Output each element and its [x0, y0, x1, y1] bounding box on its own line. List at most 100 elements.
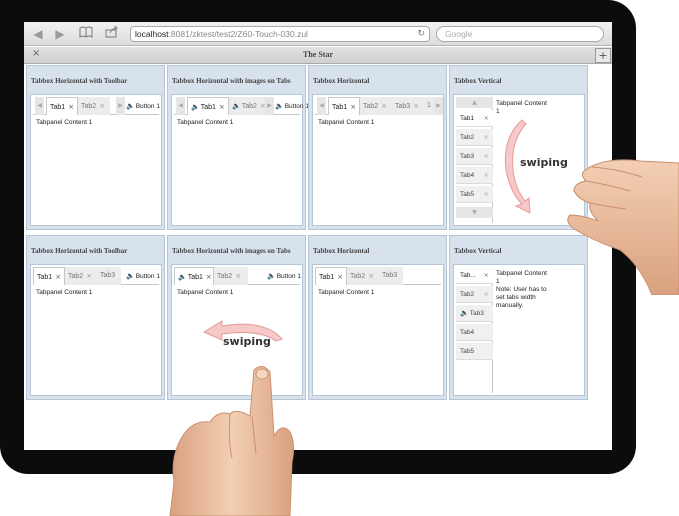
share-icon[interactable]	[104, 25, 120, 42]
tab-1[interactable]: Tab1 ×	[328, 97, 360, 115]
tab-label: Tab2	[68, 273, 84, 280]
tab-1[interactable]: 🔈Tab1 ×	[187, 97, 229, 115]
add-tab-button[interactable]: +	[595, 48, 611, 63]
tab-strip: ◀ Tab1 × Tab2 × Tab3 × 1 ▶	[315, 97, 443, 115]
panel-title: Tabbox Horizontal with images on Tabs	[172, 247, 291, 255]
tab-5[interactable]: Tab5 ×	[456, 186, 493, 203]
panel-title: Tabbox Horizontal	[313, 77, 370, 85]
tabpanel-content: Tabpanel Content 1	[496, 100, 547, 115]
close-icon[interactable]: ×	[413, 102, 419, 110]
close-icon[interactable]: ×	[350, 103, 356, 111]
screen: ◀ ▶ localhost:8081/zktest/test2/Z60-Touc…	[24, 22, 612, 450]
tab-3[interactable]: Tab3	[379, 267, 403, 285]
tab-label: Tab3	[460, 153, 475, 160]
tab-1[interactable]: Tab... ×	[456, 267, 493, 284]
close-icon[interactable]: ×	[86, 272, 92, 280]
tab-2[interactable]: 🔈Tab2 ×	[229, 97, 266, 115]
close-icon[interactable]: ×	[368, 272, 374, 280]
tab-label: Tab1	[37, 274, 53, 281]
close-icon[interactable]: ×	[219, 103, 225, 111]
tab-4[interactable]: Tab4	[456, 324, 493, 341]
button-label: Button 1	[276, 273, 301, 280]
tab-label: Tab1	[187, 274, 203, 281]
window-title: The Star	[303, 50, 333, 59]
tabpanel-note: Note: User has to set tabs width manuall…	[496, 286, 547, 309]
speaker-icon: 🔈	[460, 309, 469, 317]
url-path: :8081/zktest/test2/Z60-Touch-030.zul	[168, 29, 308, 39]
panel-title: Tabbox Horizontal with Toolbar	[31, 77, 128, 85]
scroll-up-icon[interactable]: ▲	[456, 97, 493, 108]
close-icon[interactable]: ×	[381, 102, 387, 110]
tab-strip: 🔈Tab1 × Tab2 × 🔈Button 1	[174, 267, 301, 285]
close-icon[interactable]: ×	[484, 129, 489, 146]
tab-label: Tab1	[319, 274, 335, 281]
close-icon[interactable]: ×	[484, 186, 489, 203]
tabpanel-content: Tabpanel Content 1	[36, 289, 93, 296]
scroll-left-icon[interactable]: ◀	[317, 97, 326, 115]
back-arrow-icon[interactable]: ◀	[30, 26, 46, 42]
tab-3[interactable]: Tab3 ×	[456, 148, 493, 165]
speaker-icon: 🔈	[126, 272, 135, 280]
tab-5[interactable]: Tab5	[456, 343, 493, 360]
tab-1[interactable]: Tab1 ×	[315, 267, 347, 285]
forward-arrow-icon[interactable]: ▶	[52, 26, 68, 42]
close-icon[interactable]: ×	[484, 167, 489, 184]
tab-3[interactable]: Tab3 ×	[392, 97, 424, 115]
tab-1[interactable]: 🔈Tab1 ×	[174, 267, 214, 285]
panel-horizontal-2: Tabbox Horizontal Tab1 × Tab2 × Tab3 Tabpa…	[308, 235, 447, 400]
scroll-left-icon[interactable]: ◀	[35, 97, 44, 115]
close-icon[interactable]: ×	[337, 273, 343, 281]
tab-2[interactable]: Tab2 ×	[456, 286, 493, 303]
tab-label: Tab1	[460, 115, 475, 122]
tab-label: Tab4	[460, 172, 475, 179]
tab-2[interactable]: Tab2 ×	[78, 97, 110, 115]
tab-3[interactable]: 🔈Tab3	[456, 305, 493, 322]
panel-horizontal-toolbar-2: Tabbox Horizontal with Toolbar Tab1 × Tab…	[26, 235, 165, 400]
close-icon[interactable]: ×	[484, 286, 489, 303]
close-icon[interactable]: ×	[99, 102, 105, 110]
toolbar-button-1[interactable]: 🔈Button 1	[275, 97, 309, 115]
browser-toolbar: ◀ ▶ localhost:8081/zktest/test2/Z60-Touc…	[24, 22, 612, 46]
scroll-right-icon[interactable]: ▶	[265, 97, 274, 115]
close-icon[interactable]: ×	[55, 273, 61, 281]
scroll-right-icon[interactable]: ▶	[434, 97, 443, 115]
close-icon[interactable]: ×	[206, 273, 212, 281]
tab-label: Tab4	[460, 329, 475, 336]
panel-title: Tabbox Horizontal with Toolbar	[31, 247, 128, 255]
scroll-right-icon[interactable]: ▶	[116, 97, 125, 115]
close-icon[interactable]: ×	[235, 272, 241, 280]
right-hand-image	[567, 159, 679, 295]
tab-1[interactable]: Tab1 ×	[456, 110, 493, 127]
scroll-down-icon[interactable]: ▼	[456, 207, 493, 218]
tab-label: Tab3	[382, 272, 398, 279]
tab-2[interactable]: Tab2 ×	[347, 267, 379, 285]
close-icon[interactable]: ×	[484, 148, 489, 165]
tab-label: Tab1	[332, 104, 348, 111]
book-icon[interactable]	[78, 26, 94, 42]
tab-label: Tab3	[469, 310, 484, 317]
close-icon[interactable]: ×	[484, 110, 489, 127]
tab-1[interactable]: Tab1 ×	[33, 267, 65, 285]
tab-label: Tab2	[460, 134, 475, 141]
tab-4[interactable]: Tab4 ×	[456, 167, 493, 184]
close-icon[interactable]: ×	[484, 267, 489, 284]
button-label: Button 1	[284, 103, 309, 110]
tab-3[interactable]: Tab3	[97, 267, 121, 285]
scroll-left-icon[interactable]: ◀	[176, 97, 185, 115]
toolbar-button-1[interactable]: 🔈Button 1	[126, 267, 160, 285]
toolbar-button-1[interactable]: 🔈Button 1	[267, 267, 301, 285]
toolbar-button-1[interactable]: 🔈Button 1	[126, 97, 160, 115]
url-host: localhost	[135, 29, 169, 39]
close-icon[interactable]: ×	[68, 103, 74, 111]
tab-label: Tab3	[100, 272, 116, 279]
tab-2[interactable]: Tab2 ×	[456, 129, 493, 146]
tab-2[interactable]: Tab2 ×	[214, 267, 248, 285]
reload-icon[interactable]: ↻	[417, 27, 425, 41]
tab-1[interactable]: Tab1 ×	[46, 97, 78, 115]
url-field[interactable]: localhost:8081/zktest/test2/Z60-Touch-03…	[130, 26, 430, 42]
tab-label: Tab5	[460, 348, 475, 355]
tab-2[interactable]: Tab2 ×	[65, 267, 97, 285]
tab-2[interactable]: Tab2 ×	[360, 97, 392, 115]
search-input[interactable]: Google	[436, 26, 604, 42]
tab-4[interactable]: 1	[424, 97, 434, 115]
